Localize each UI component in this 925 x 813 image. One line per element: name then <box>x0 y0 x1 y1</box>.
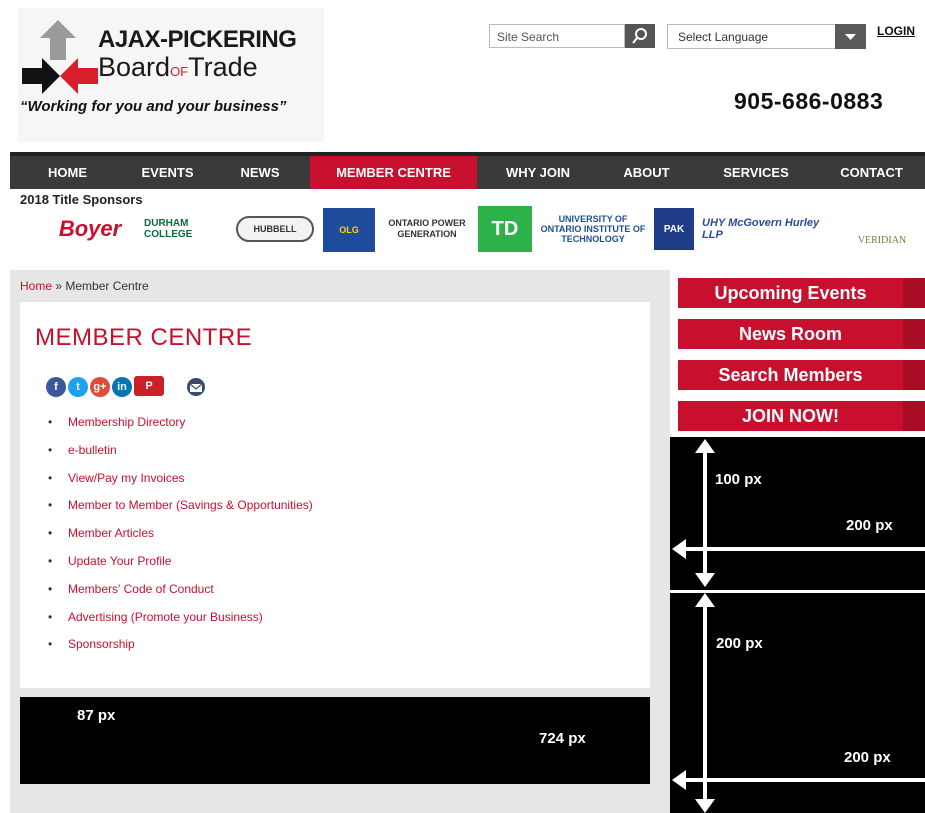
upcoming-events-button[interactable]: Upcoming Events <box>678 278 925 308</box>
nav-events[interactable]: EVENTS <box>125 156 210 189</box>
logo-tagline: “Working for you and your business” <box>20 98 287 115</box>
ad-sidebar-1[interactable]: 100 px 200 px <box>670 437 925 590</box>
logo-title: AJAX-PICKERING <box>98 26 297 53</box>
link-view-pay-invoices[interactable]: View/Pay my Invoices <box>48 466 313 494</box>
logo-arrows-icon <box>22 20 98 94</box>
join-now-label: JOIN NOW! <box>742 406 839 426</box>
calendar-icon <box>903 278 925 308</box>
phone-number: 905-686-0883 <box>734 88 884 114</box>
nav-member-centre[interactable]: MEMBER CENTRE <box>310 156 477 189</box>
sponsor-boyer-logo[interactable]: Boyer <box>42 206 138 252</box>
join-now-button[interactable]: JOIN NOW! <box>678 401 925 431</box>
search-members-button[interactable]: Search Members <box>678 360 925 390</box>
nav-services[interactable]: SERVICES <box>694 156 818 189</box>
ad-width-label: 200 px <box>846 517 893 534</box>
ad-height-arrow <box>703 601 707 807</box>
nav-contact[interactable]: CONTACT <box>818 156 925 189</box>
link-member-to-member[interactable]: Member to Member (Savings & Opportunitie… <box>48 493 313 521</box>
arrow-left-icon <box>672 770 686 790</box>
language-dropdown-button[interactable] <box>835 24 866 49</box>
link-e-bulletin[interactable]: e-bulletin <box>48 438 313 466</box>
link-member-articles[interactable]: Member Articles <box>48 521 313 549</box>
search-button[interactable] <box>625 24 655 48</box>
news-room-label: News Room <box>738 324 843 344</box>
breadcrumb-current: Member Centre <box>65 279 149 293</box>
sponsor-durham-college-logo[interactable]: DURHAM COLLEGE <box>144 206 232 252</box>
search-members-label: Search Members <box>718 365 863 385</box>
breadcrumb-separator: » <box>52 279 66 293</box>
sponsor-olg-logo[interactable]: OLG <box>323 208 375 252</box>
breadcrumb: Home » Member Centre <box>20 279 149 293</box>
sponsor-hubbell-logo[interactable]: HUBBELL <box>236 216 314 242</box>
breadcrumb-home[interactable]: Home <box>20 279 52 293</box>
sponsor-td-logo[interactable]: TD <box>478 206 532 252</box>
search-icon <box>632 28 647 44</box>
link-update-profile[interactable]: Update Your Profile <box>48 549 313 577</box>
arrow-down-icon <box>695 799 715 813</box>
ad-width-arrow <box>678 778 925 782</box>
ad-height-label: 87 px <box>77 707 116 724</box>
clock-icon <box>903 319 925 349</box>
linkedin-icon[interactable]: in <box>112 377 132 397</box>
arrow-up-icon <box>903 401 925 431</box>
ad-height-label: 100 px <box>715 471 762 488</box>
logo-subtitle: BoardOFTrade <box>98 52 258 82</box>
sponsor-opg-logo[interactable]: ONTARIO POWER GENERATION <box>382 206 472 252</box>
twitter-icon[interactable]: t <box>68 377 88 397</box>
ad-height-label: 200 px <box>716 635 763 652</box>
arrow-left-icon <box>672 539 686 559</box>
link-advertising[interactable]: Advertising (Promote your Business) <box>48 605 313 633</box>
upcoming-events-label: Upcoming Events <box>714 283 867 303</box>
ad-height-arrow <box>703 445 707 583</box>
arrow-up-icon <box>695 593 715 607</box>
sponsor-uhy-logo[interactable]: UHY McGovern Hurley LLP <box>702 206 842 252</box>
ad-width-arrow <box>678 547 925 551</box>
ad-sidebar-2[interactable]: 200 px 200 px <box>670 593 925 813</box>
sponsor-pak-logo[interactable]: PAK <box>654 208 694 250</box>
ad-width-label: 200 px <box>844 749 891 766</box>
member-links: Membership Directory e-bulletin View/Pay… <box>48 410 313 660</box>
email-icon[interactable] <box>186 378 206 396</box>
nav-news[interactable]: NEWS <box>210 156 310 189</box>
chevron-down-icon <box>845 34 856 40</box>
ad-banner-bottom[interactable]: 87 px 724 px <box>20 697 650 784</box>
sponsors-title: 2018 Title Sponsors <box>20 192 143 207</box>
news-room-button[interactable]: News Room <box>678 319 925 349</box>
ad-width-label: 724 px <box>539 730 586 747</box>
sponsor-veridian-logo[interactable]: VERIDIAN <box>846 206 918 252</box>
page-title: MEMBER CENTRE <box>35 324 253 351</box>
arrow-down-icon <box>695 573 715 587</box>
search-input[interactable]: Site Search <box>489 24 625 48</box>
link-code-of-conduct[interactable]: Members' Code of Conduct <box>48 577 313 605</box>
login-link[interactable]: LOGIN <box>877 24 915 38</box>
nav-why-join[interactable]: WHY JOIN <box>477 156 599 189</box>
google-plus-icon[interactable]: g+ <box>90 377 110 397</box>
nav-home[interactable]: HOME <box>10 156 125 189</box>
link-membership-directory[interactable]: Membership Directory <box>48 410 313 438</box>
sponsor-uoit-logo[interactable]: UNIVERSITY OF ONTARIO INSTITUTE OF TECHN… <box>540 206 646 252</box>
link-sponsorship[interactable]: Sponsorship <box>48 632 313 660</box>
user-icon <box>903 360 925 390</box>
nav-about[interactable]: ABOUT <box>599 156 694 189</box>
main-nav: HOME EVENTS NEWS MEMBER CENTRE WHY JOIN … <box>10 152 925 189</box>
language-select[interactable]: Select Language <box>667 24 837 49</box>
pinterest-save-icon[interactable]: P <box>134 376 164 396</box>
arrow-up-icon <box>695 439 715 453</box>
facebook-icon[interactable]: f <box>46 377 66 397</box>
